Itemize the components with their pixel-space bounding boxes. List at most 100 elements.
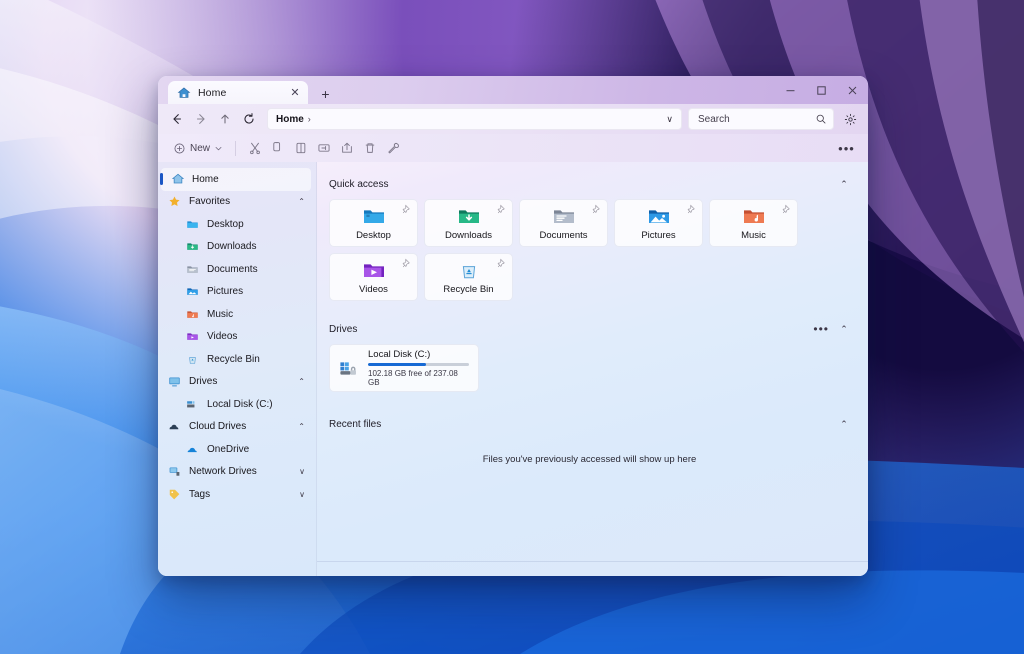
sidebar-item-network-drives[interactable]: Network Drives ∨ xyxy=(158,461,316,484)
star-icon xyxy=(167,194,182,209)
pin-icon[interactable] xyxy=(782,204,792,214)
maximize-button[interactable] xyxy=(806,76,837,104)
sidebar-item-recycle-bin[interactable]: Recycle Bin xyxy=(158,348,316,371)
chevron-down-icon xyxy=(214,144,223,153)
sidebar-item-documents[interactable]: Documents xyxy=(158,258,316,281)
chevron-down-icon[interactable]: ∨ xyxy=(299,490,305,499)
drive-usage-bar xyxy=(368,363,469,366)
sidebar-item-tags[interactable]: Tags ∨ xyxy=(158,483,316,506)
breadcrumb-separator-icon: › xyxy=(308,114,311,124)
tab-label: Home xyxy=(198,87,288,99)
share-icon xyxy=(340,141,354,155)
command-bar: New ••• xyxy=(158,134,868,162)
settings-button[interactable] xyxy=(839,108,861,130)
home-icon xyxy=(170,172,185,187)
sidebar-item-desktop[interactable]: Desktop xyxy=(158,213,316,236)
back-button[interactable] xyxy=(165,107,189,131)
more-options-button[interactable]: ••• xyxy=(835,137,858,160)
sidebar-item-label: Network Drives xyxy=(189,466,257,477)
sidebar-item-label: Downloads xyxy=(207,241,256,252)
sidebar-item-onedrive[interactable]: OneDrive xyxy=(158,438,316,461)
pin-icon[interactable] xyxy=(497,204,507,214)
tile-downloads[interactable]: Downloads xyxy=(424,199,513,247)
tile-label: Documents xyxy=(539,230,587,241)
sidebar-item-downloads[interactable]: Downloads xyxy=(158,236,316,259)
share-button[interactable] xyxy=(335,137,358,160)
rename-button[interactable] xyxy=(312,137,335,160)
paste-button[interactable] xyxy=(289,137,312,160)
network-icon xyxy=(167,464,182,479)
command-separator xyxy=(235,141,236,156)
close-button[interactable] xyxy=(837,76,868,104)
sidebar-item-videos[interactable]: Videos xyxy=(158,326,316,349)
tile-label: Pictures xyxy=(641,230,675,241)
tile-recycle-bin[interactable]: Recycle Bin xyxy=(424,253,513,301)
pin-icon[interactable] xyxy=(497,258,507,268)
chevron-down-icon[interactable]: ∨ xyxy=(299,467,305,476)
up-button[interactable] xyxy=(213,107,237,131)
home-icon xyxy=(177,86,191,100)
delete-button[interactable] xyxy=(358,137,381,160)
tile-pictures[interactable]: Pictures xyxy=(614,199,703,247)
recent-files-title: Recent files xyxy=(329,419,381,430)
sidebar-item-local-disk[interactable]: Local Disk (C:) xyxy=(158,393,316,416)
sidebar-item-label: Documents xyxy=(207,264,258,275)
tile-music[interactable]: Music xyxy=(709,199,798,247)
tile-label: Recycle Bin xyxy=(443,284,493,295)
recycle-bin-icon xyxy=(185,352,200,367)
drives-more-button[interactable]: ••• xyxy=(804,322,838,336)
chevron-up-icon[interactable]: ⌃ xyxy=(298,377,305,386)
refresh-icon xyxy=(242,112,256,126)
forward-button[interactable] xyxy=(189,107,213,131)
drives-header: Drives ••• ⌃ xyxy=(329,321,850,337)
navigation-pane: Home Favorites ⌃ Desktop Downloads xyxy=(158,162,317,576)
breadcrumb-home[interactable]: Home xyxy=(276,114,304,125)
cut-icon xyxy=(248,141,262,155)
tab-home[interactable]: Home ✕ xyxy=(168,81,308,104)
sidebar-item-label: Home xyxy=(192,174,219,185)
new-button[interactable]: New xyxy=(168,140,228,157)
close-tab-icon[interactable]: ✕ xyxy=(288,86,302,100)
drive-card-local-disk[interactable]: Local Disk (C:) 102.18 GB free of 237.08… xyxy=(329,344,479,392)
tile-label: Desktop xyxy=(356,230,391,241)
chevron-down-icon[interactable]: ∨ xyxy=(666,114,673,125)
sidebar-item-drives[interactable]: Drives ⌃ xyxy=(158,371,316,394)
tile-documents[interactable]: Documents xyxy=(519,199,608,247)
sidebar-item-favorites[interactable]: Favorites ⌃ xyxy=(158,191,316,214)
copy-button[interactable] xyxy=(266,137,289,160)
tag-icon xyxy=(167,487,182,502)
music-folder-icon xyxy=(185,307,200,322)
minimize-button[interactable] xyxy=(775,76,806,104)
chevron-up-icon[interactable]: ⌃ xyxy=(298,422,305,431)
tile-desktop[interactable]: Desktop xyxy=(329,199,418,247)
sort-button[interactable] xyxy=(381,137,404,160)
content-pane: Quick access ⌃ Desktop Downloads xyxy=(317,162,868,576)
sidebar-item-home[interactable]: Home xyxy=(161,168,311,191)
cloud-drive-icon xyxy=(167,419,182,434)
pin-icon[interactable] xyxy=(592,204,602,214)
search-box[interactable]: Search xyxy=(688,108,834,130)
chevron-up-icon[interactable]: ⌃ xyxy=(838,419,850,430)
breadcrumb[interactable]: Home › ∨ xyxy=(267,108,682,130)
chevron-up-icon[interactable]: ⌃ xyxy=(298,197,305,206)
sidebar-item-cloud-drives[interactable]: Cloud Drives ⌃ xyxy=(158,416,316,439)
videos-folder-icon xyxy=(185,329,200,344)
tile-videos[interactable]: Videos xyxy=(329,253,418,301)
sidebar-item-label: Favorites xyxy=(189,196,230,207)
pin-icon[interactable] xyxy=(402,204,412,214)
search-input[interactable]: Search xyxy=(698,114,815,125)
sidebar-item-label: Cloud Drives xyxy=(189,421,246,432)
sidebar-item-label: Desktop xyxy=(207,219,244,230)
sidebar-item-pictures[interactable]: Pictures xyxy=(158,281,316,304)
new-tab-button[interactable]: + xyxy=(317,85,334,102)
desktop-folder-icon xyxy=(362,205,386,229)
tile-label: Downloads xyxy=(445,230,492,241)
chevron-up-icon[interactable]: ⌃ xyxy=(838,179,850,190)
sidebar-item-music[interactable]: Music xyxy=(158,303,316,326)
sidebar-item-label: Local Disk (C:) xyxy=(207,399,273,410)
chevron-up-icon[interactable]: ⌃ xyxy=(838,324,850,335)
pin-icon[interactable] xyxy=(402,258,412,268)
cut-button[interactable] xyxy=(243,137,266,160)
refresh-button[interactable] xyxy=(237,107,261,131)
pin-icon[interactable] xyxy=(687,204,697,214)
